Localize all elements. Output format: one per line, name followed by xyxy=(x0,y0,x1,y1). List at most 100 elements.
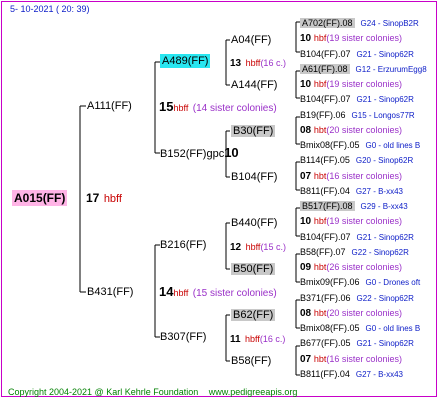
ancestor-year-row: 07 hbt(16 sister colonies) xyxy=(300,352,402,366)
ancestor-tag: G22 - Sinop62R xyxy=(356,293,414,303)
ancestor-year: 09 xyxy=(300,262,314,273)
ancestor-entry: Bmix09(FF).06 G0 - Drones oft xyxy=(300,275,420,289)
ancestor-sisters: (19 sister colonies) xyxy=(326,79,402,89)
ancestor-year: 08 xyxy=(300,307,314,319)
ancestor-year-row: 09 hbt(26 sister colonies) xyxy=(300,260,402,274)
queen-b62: B62(FF) xyxy=(231,309,276,321)
ancestor-year-row: 08 hbt(20 sister colonies) xyxy=(300,306,402,320)
ancestor-entry: B19(FF).06 G15 - Longos77R xyxy=(300,108,415,122)
ancestor-name: B104(FF).07 xyxy=(300,94,351,105)
ancestor-entry: B114(FF).05 G20 - Sinop62R xyxy=(300,153,413,167)
ancestor-tag: G20 - Sinop62R xyxy=(355,156,414,166)
ancestor-entry: B811(FF).04 G27 - B-xx43 xyxy=(300,367,403,381)
queen-a144: A144(FF) xyxy=(231,79,278,91)
ancestor-name: B811(FF).04 xyxy=(300,185,350,196)
ancestor-tag: G21 - Sinop62R xyxy=(356,95,414,105)
ancestor-entry: Bmix08(FF).05 G0 - old lines B xyxy=(300,321,420,335)
ancestor-hb: hbf xyxy=(313,216,327,227)
ancestor-name: B677(FF).05 xyxy=(300,338,351,349)
ancestor-year: 10 xyxy=(300,33,314,45)
queen-b58: B58(FF) xyxy=(231,355,272,367)
root-year: 17 xyxy=(86,191,100,205)
ancestor-tag: G0 - Drones oft xyxy=(365,278,421,288)
ancestor-entry: B104(FF).07 G21 - Sinop62R xyxy=(300,92,414,106)
ancestor-year-row: 10 hbf(19 sister colonies) xyxy=(300,77,402,91)
ancestor-hb: hbt xyxy=(313,353,327,364)
ancestor-name: B19(FF).06 xyxy=(300,109,346,120)
ancestor-sisters: (20 sister colonies) xyxy=(326,124,402,135)
ancestor-tag: G22 - Sinop62R xyxy=(351,247,409,257)
ancestor-year: 08 xyxy=(300,124,314,136)
ancestor-year: 10 xyxy=(300,216,314,228)
a111-year-row: 15hbff (14 sister colonies) xyxy=(159,99,277,114)
queen-b104: B104(FF) xyxy=(231,171,278,183)
ancestor-sisters: (26 sister colonies) xyxy=(326,262,402,272)
ancestor-year-row: 10 hbf(19 sister colonies) xyxy=(300,31,402,45)
ancestor-year-row: 08 hbt(20 sister colonies) xyxy=(300,123,402,137)
ancestor-name: B104(FF).07 xyxy=(300,48,351,59)
a489-year-row: 13 hbff(16 c.) xyxy=(230,58,286,69)
ancestor-tag: G0 - old lines B xyxy=(365,324,421,333)
ancestor-name: B114(FF).05 xyxy=(300,155,350,166)
ancestor-entry: B677(FF).05 G21 - Sinop62R xyxy=(300,336,414,350)
ancestor-name: A702(FF).08 xyxy=(300,18,355,28)
ancestor-hb: hbt xyxy=(313,307,327,318)
ancestor-tag: G21 - Sinop62R xyxy=(356,232,414,242)
ancestor-entry: B371(FF).06 G22 - Sinop62R xyxy=(300,291,414,305)
ancestor-tag: G27 - B-xx43 xyxy=(355,186,403,196)
ancestor-entry: B811(FF).04 G27 - B-xx43 xyxy=(300,184,403,198)
root-year-row: 17 hbff xyxy=(86,192,122,205)
ancestor-name: B517(FF).08 xyxy=(300,201,355,211)
ancestor-tag: G21 - Sinop62R xyxy=(356,339,414,349)
ancestor-tag: G24 - SinopB2R xyxy=(360,19,419,28)
ancestor-name: Bmix08(FF).05 xyxy=(300,140,360,150)
b431-year-row: 14hbff (15 sister colonies) xyxy=(159,284,277,299)
ancestor-entry: B104(FF).07 G21 - Sinop62R xyxy=(300,47,414,61)
ancestor-hb: hbf xyxy=(313,79,327,89)
ancestor-tag: G15 - Longos77R xyxy=(351,110,415,120)
ancestor-tag: G29 - B-xx43 xyxy=(360,202,408,211)
ancestor-entry: A702(FF).08 G24 - SinopB2R xyxy=(300,16,419,30)
ancestor-entry: A61(FF).08 G12 - ErzurumEgg8 xyxy=(300,62,427,76)
ancestor-year: 10 xyxy=(300,79,314,90)
ancestor-entry: B517(FF).08 G29 - B-xx43 xyxy=(300,199,408,213)
queen-b431: B431(FF) xyxy=(87,286,134,298)
queen-a04: A04(FF) xyxy=(231,34,272,46)
ancestor-entry: B58(FF).07 G22 - Sinop62R xyxy=(300,245,409,259)
ancestor-sisters: (16 sister colonies) xyxy=(326,353,402,364)
ancestor-year-row: 10 hbf(19 sister colonies) xyxy=(300,214,402,228)
ancestor-sisters: (20 sister colonies) xyxy=(326,307,402,318)
ancestor-year: 07 xyxy=(300,170,314,182)
ancestor-entry: B104(FF).07 G21 - Sinop62R xyxy=(300,230,414,244)
ancestor-name: Bmix09(FF).06 xyxy=(300,277,360,288)
ancestor-name: Bmix08(FF).05 xyxy=(300,323,360,333)
ancestor-sisters: (16 sister colonies) xyxy=(326,170,402,181)
ancestor-hb: hbt xyxy=(313,170,327,181)
ancestor-sisters: (19 sister colonies) xyxy=(326,33,402,44)
ancestor-sisters: (19 sister colonies) xyxy=(326,216,402,227)
copyright-footer: Copyright 2004-2021 @ Karl Kehrle Founda… xyxy=(8,387,298,397)
queen-b216: B216(FF) xyxy=(160,239,207,251)
queen-b307: B307(FF) xyxy=(160,331,207,343)
ancestor-year-row: 07 hbt(16 sister colonies) xyxy=(300,169,402,183)
ancestor-name: B811(FF).04 xyxy=(300,368,350,379)
ancestor-tag: G21 - Sinop62R xyxy=(356,49,414,59)
ancestor-name: A61(FF).08 xyxy=(300,63,350,74)
queen-b440: B440(FF) xyxy=(231,217,278,229)
ancestor-hb: hbt xyxy=(313,262,327,272)
root-queen-name: A015(FF) xyxy=(12,190,68,206)
ancestor-hb: hbf xyxy=(313,33,327,44)
b307-year-row: 11 hbff(16 c.) xyxy=(230,334,286,345)
root-hbff: hbff xyxy=(103,193,122,205)
ancestor-name: B371(FF).06 xyxy=(300,292,351,303)
date-stamp: 5- 10-2021 ( 20: 39) xyxy=(10,4,90,14)
pedigree-page: 5- 10-2021 ( 20: 39) A015(FF) 17 hbff A1… xyxy=(0,0,440,400)
ancestor-name: B104(FF).07 xyxy=(300,231,351,242)
ancestor-name: B58(FF).07 xyxy=(300,246,346,257)
root-queen: A015(FF) xyxy=(12,190,68,206)
queen-b30: B30(FF) xyxy=(231,125,276,137)
ancestor-hb: hbt xyxy=(313,124,327,135)
ancestor-year: 07 xyxy=(300,353,314,365)
ancestor-tag: G27 - B-xx43 xyxy=(355,369,403,379)
queen-a489: A489(FF) xyxy=(160,54,211,68)
